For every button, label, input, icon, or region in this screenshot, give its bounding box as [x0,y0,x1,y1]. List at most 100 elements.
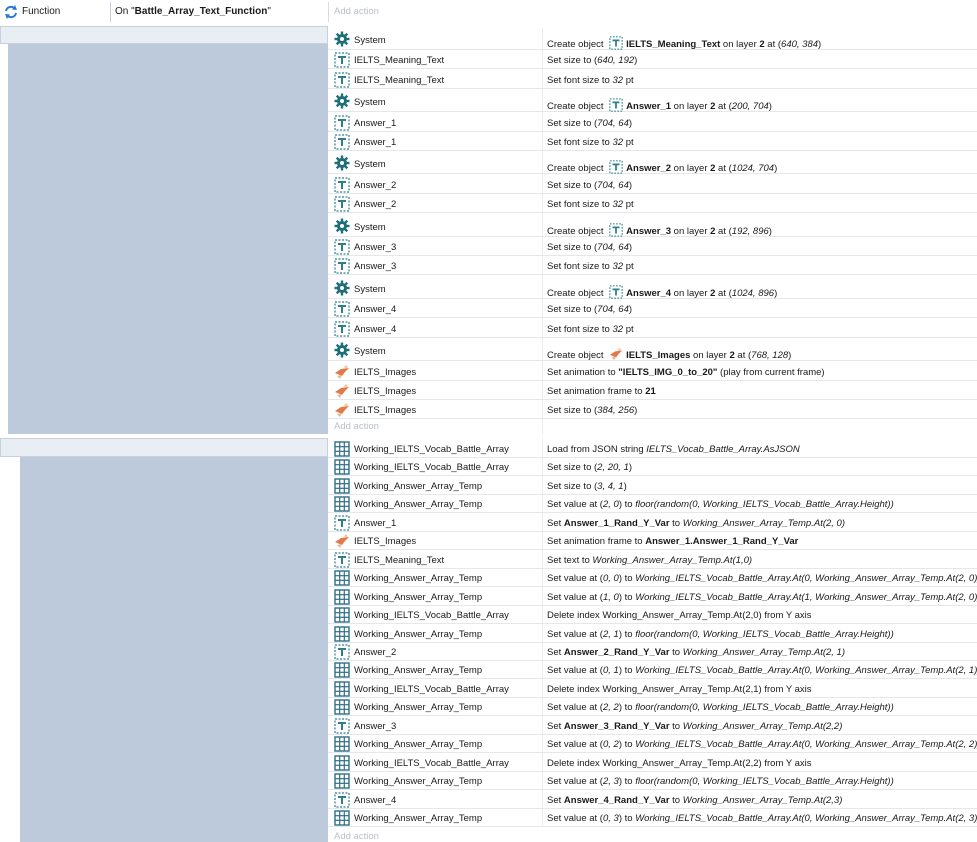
action-object-name[interactable]: Answer_3 [354,721,396,732]
action-text[interactable]: Load from JSON string IELTS_Vocab_Battle… [547,444,800,455]
action-text[interactable]: Set value at (0, 1) to Working_IELTS_Voc… [547,665,977,676]
action-object-name[interactable]: Working_IELTS_Vocab_Battle_Array [354,444,509,455]
action-text[interactable]: Delete index Working_Answer_Array_Temp.A… [547,758,812,769]
event-block-2-conditions[interactable] [20,457,328,842]
action-text[interactable]: Set font size to 32 pt [547,75,634,86]
event-block-1-conditions[interactable] [8,44,328,434]
action-object-name[interactable]: IELTS_Images [354,386,416,397]
action-text[interactable]: Set Answer_2_Rand_Y_Var to Working_Answe… [547,647,845,658]
action-text[interactable]: Set size to (384, 256) [547,405,637,416]
action-text[interactable]: Set text to Working_Answer_Array_Temp.At… [547,555,752,566]
action-text-part: floor(random(0, Working_IELTS_Vocab_Batt… [635,776,894,787]
action-object-name[interactable]: Working_Answer_Array_Temp [354,629,482,640]
function-header-row[interactable]: Function On "Battle_Array_Text_Function"… [0,0,977,24]
action-object-name[interactable]: System [354,284,386,295]
action-object-name[interactable]: System [354,346,386,357]
action-object-name[interactable]: IELTS_Images [354,405,416,416]
action-text[interactable]: Create object Answer_2 on layer 2 at (10… [547,160,777,174]
action-text[interactable]: Create object Answer_4 on layer 2 at (10… [547,285,777,299]
action-text[interactable]: Set size to (704, 64) [547,304,632,315]
action-text[interactable]: Create object IELTS_Images on layer 2 at… [547,347,791,361]
action-text[interactable]: Set value at (2, 0) to floor(random(0, W… [547,499,894,510]
action-text[interactable]: Set font size to 32 pt [547,324,634,335]
action-text[interactable]: Set Answer_1_Rand_Y_Var to Working_Answe… [547,518,845,529]
action-object-name[interactable]: IELTS_Images [354,536,416,547]
action-object-name[interactable]: Working_Answer_Array_Temp [354,739,482,750]
action-text[interactable]: Set value at (0, 0) to Working_IELTS_Voc… [547,573,977,584]
action-object-name[interactable]: IELTS_Meaning_Text [354,555,444,566]
action-object-name[interactable]: Working_IELTS_Vocab_Battle_Array [354,684,509,695]
action-text[interactable]: Create object Answer_1 on layer 2 at (20… [547,98,772,112]
action-object-name[interactable]: Answer_3 [354,261,396,272]
action-text-part: pt [623,324,634,335]
action-object-name[interactable]: Answer_4 [354,324,396,335]
action-object-name[interactable]: Answer_1 [354,137,396,148]
add-action-link[interactable]: Add action [334,831,379,842]
action-object-name[interactable]: Working_IELTS_Vocab_Battle_Array [354,610,509,621]
event-block-1-header[interactable] [0,26,328,44]
action-text[interactable]: Set font size to 32 pt [547,137,634,148]
action-text[interactable]: Set value at (2, 2) to floor(random(0, W… [547,702,894,713]
action-text[interactable]: Set size to (704, 64) [547,180,632,191]
add-action-link[interactable]: Add action [334,6,379,17]
action-text[interactable]: Set size to (704, 64) [547,242,632,253]
action-text[interactable]: Create object IELTS_Meaning_Text on laye… [547,36,821,50]
action-text[interactable]: Set value at (0, 3) to Working_IELTS_Voc… [547,813,977,824]
action-text[interactable]: Set Answer_3_Rand_Y_Var to Working_Answe… [547,721,842,732]
action-text-part: Load from JSON string [547,444,647,455]
action-object-name[interactable]: Working_Answer_Array_Temp [354,665,482,676]
action-object-name[interactable]: Working_Answer_Array_Temp [354,776,482,787]
action-text[interactable]: Delete index Working_Answer_Array_Temp.A… [547,684,812,695]
action-text-part: Working_IELTS_Vocab_Battle_Array.At(0, W… [635,739,977,750]
action-text-part: ) [634,405,638,416]
action-object-name[interactable]: Answer_1 [354,118,396,129]
add-action-link[interactable]: Add action [334,421,379,432]
action-object-name[interactable]: Working_Answer_Array_Temp [354,702,482,713]
function-name[interactable]: On "Battle_Array_Text_Function" [115,6,271,17]
action-text[interactable]: Delete index Working_Answer_Array_Temp.A… [547,610,812,621]
action-text[interactable]: Set value at (1, 0) to Working_IELTS_Voc… [547,592,977,603]
action-object-name[interactable]: System [354,222,386,233]
action-object-name[interactable]: IELTS_Meaning_Text [354,75,444,86]
action-text[interactable]: Set value at (0, 2) to Working_IELTS_Voc… [547,739,977,750]
action-object-name[interactable]: Answer_3 [354,242,396,253]
action-text[interactable]: Set animation to "IELTS_IMG_0_to_20" (pl… [547,367,825,378]
action-object-name[interactable]: Answer_4 [354,795,396,806]
action-text-part: 704, 64 [597,304,629,315]
action-text[interactable]: Set animation frame to Answer_1.Answer_1… [547,536,798,547]
row-separator [328,734,977,735]
action-object-name[interactable]: Working_Answer_Array_Temp [354,573,482,584]
action-object-name[interactable]: Answer_2 [354,647,396,658]
event-block-2-header[interactable] [0,438,328,457]
action-object-name[interactable]: System [354,159,386,170]
action-text[interactable]: Set value at (2, 3) to floor(random(0, W… [547,776,894,787]
action-text[interactable]: Set Answer_4_Rand_Y_Var to Working_Answe… [547,795,842,806]
action-text-part: ) [788,350,792,361]
action-object-name[interactable]: Working_Answer_Array_Temp [354,481,482,492]
text-object-icon [609,285,623,299]
action-object-name[interactable]: Working_Answer_Array_Temp [354,813,482,824]
action-object-name[interactable]: Answer_2 [354,199,396,210]
action-text-part: floor(random(0, Working_IELTS_Vocab_Batt… [635,499,894,510]
action-object-name[interactable]: IELTS_Meaning_Text [354,55,444,66]
action-object-name[interactable]: Answer_2 [354,180,396,191]
action-text[interactable]: Create object Answer_3 on layer 2 at (19… [547,223,772,237]
action-text[interactable]: Set font size to 32 pt [547,261,634,272]
action-text[interactable]: Set size to (640, 192) [547,55,637,66]
action-object-name[interactable]: System [354,97,386,108]
action-object-name[interactable]: Working_Answer_Array_Temp [354,592,482,603]
action-object-name[interactable]: Answer_4 [354,304,396,315]
action-text[interactable]: Set size to (704, 64) [547,118,632,129]
action-text[interactable]: Set animation frame to 21 [547,386,656,397]
action-text[interactable]: Set size to (2, 20, 1) [547,462,632,473]
action-text[interactable]: Set font size to 32 pt [547,199,634,210]
action-text-part: Answer_4_Rand_Y_Var [563,795,670,806]
action-object-name[interactable]: Working_Answer_Array_Temp [354,499,482,510]
action-text[interactable]: Set value at (2, 1) to floor(random(0, W… [547,629,894,640]
action-object-name[interactable]: IELTS_Images [354,367,416,378]
action-object-name[interactable]: System [354,35,386,46]
action-object-name[interactable]: Working_IELTS_Vocab_Battle_Array [354,758,509,769]
action-object-name[interactable]: Answer_1 [354,518,396,529]
action-text[interactable]: Set size to (3, 4, 1) [547,481,627,492]
action-object-name[interactable]: Working_IELTS_Vocab_Battle_Array [354,462,509,473]
